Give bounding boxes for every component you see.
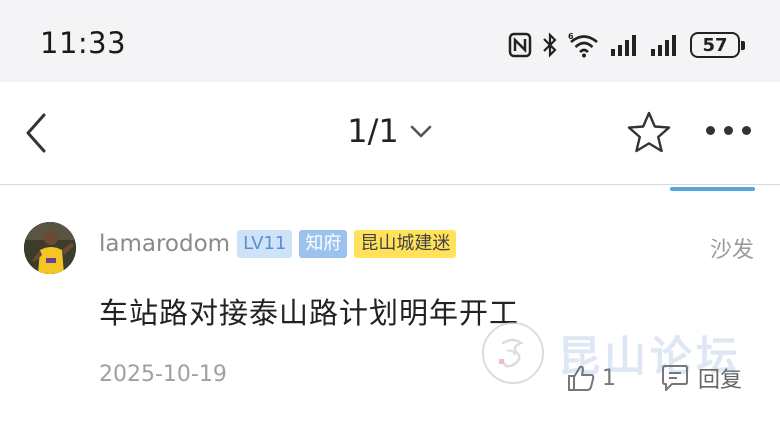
comment-icon: [662, 365, 688, 391]
bluetooth-icon: [543, 32, 557, 58]
top-nav-bar: 1/1: [0, 82, 780, 184]
signal-icon: [651, 35, 676, 56]
signal-icon: [611, 35, 636, 56]
nfc-icon: [508, 32, 532, 58]
post-content: 车站路对接泰山路计划明年开工: [99, 296, 520, 330]
reply-button[interactable]: 回复: [660, 362, 742, 394]
author-row: lamarodom LV11 知府 昆山城建迷: [99, 230, 457, 258]
chevron-down-icon[interactable]: [409, 123, 433, 139]
battery-icon: 57: [690, 32, 745, 58]
post-date: 2025-10-19: [99, 362, 227, 387]
title-badge: 知府: [299, 230, 348, 258]
like-count: 1: [602, 365, 616, 391]
status-time: 11:33: [40, 26, 127, 60]
tab-indicator: [670, 187, 755, 191]
level-badge: LV11: [237, 230, 293, 258]
wifi-6-icon: 6: [568, 32, 598, 58]
group-badge: 昆山城建迷: [354, 230, 457, 258]
author-name[interactable]: lamarodom: [99, 231, 230, 257]
svg-text:6: 6: [568, 32, 574, 41]
avatar[interactable]: [24, 222, 76, 274]
watermark-logo-icon: [482, 322, 544, 384]
status-icons: 6 57: [508, 30, 745, 60]
star-icon[interactable]: [626, 110, 672, 154]
nav-divider: [0, 184, 780, 185]
page-indicator[interactable]: 1/1: [347, 112, 399, 150]
like-button[interactable]: 1: [566, 364, 616, 392]
reply-label: 回复: [698, 368, 743, 393]
thumbs-up-icon: [568, 365, 595, 391]
more-icon[interactable]: [706, 126, 751, 135]
floor-label: 沙发: [709, 238, 754, 263]
status-bar: 11:33 6 57: [0, 0, 780, 82]
